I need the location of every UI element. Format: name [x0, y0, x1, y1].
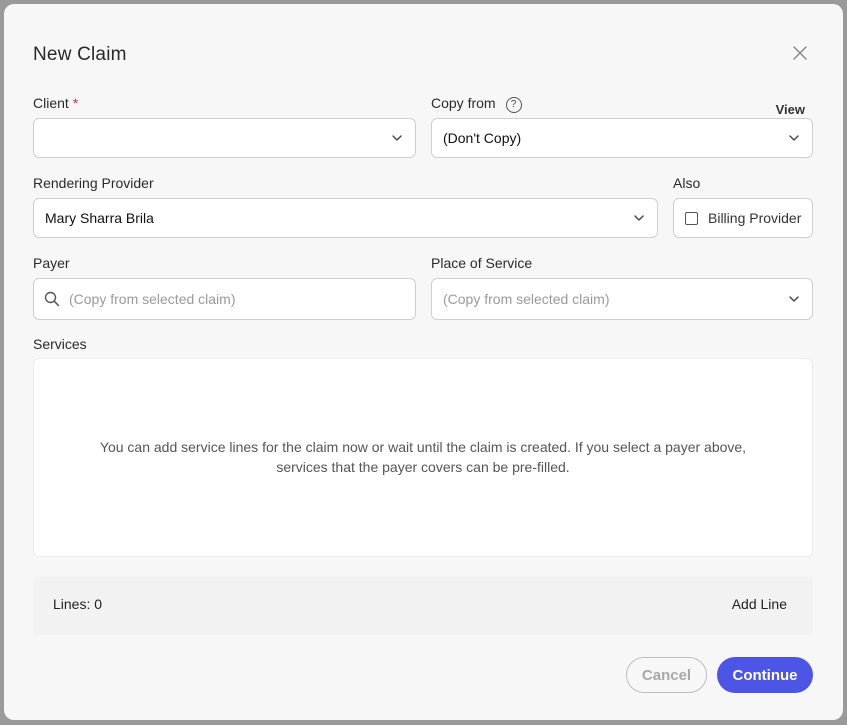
lines-bar: Lines: 0 Add Line [33, 577, 813, 635]
close-icon[interactable] [791, 44, 809, 62]
billing-provider-label: Billing Provider [708, 210, 802, 226]
place-of-service-select[interactable]: (Copy from selected claim) [431, 278, 813, 320]
place-of-service-placeholder: (Copy from selected claim) [443, 291, 610, 307]
copy-from-label-text: Copy from [431, 95, 496, 111]
required-marker: * [72, 95, 79, 111]
services-panel: You can add service lines for the claim … [33, 358, 813, 557]
billing-provider-toggle[interactable]: Billing Provider [673, 198, 813, 238]
place-of-service-label: Place of Service [431, 255, 533, 271]
chevron-down-icon [789, 135, 799, 141]
rendering-provider-select[interactable]: Mary Sharra Brila [33, 198, 658, 238]
copy-from-label: Copy from? [431, 95, 522, 113]
rendering-provider-value: Mary Sharra Brila [45, 210, 154, 226]
chevron-down-icon [789, 296, 799, 302]
dialog-title: New Claim [33, 44, 127, 65]
chevron-down-icon [634, 215, 644, 221]
cancel-button[interactable]: Cancel [626, 657, 707, 693]
payer-label: Payer [33, 255, 70, 271]
rendering-provider-label: Rendering Provider [33, 175, 154, 191]
help-circle-icon[interactable]: ? [505, 97, 522, 113]
chevron-down-icon [392, 135, 402, 141]
copy-from-select[interactable]: (Don't Copy) [431, 118, 813, 158]
payer-placeholder: (Copy from selected claim) [69, 291, 236, 307]
search-icon [44, 291, 60, 307]
billing-provider-checkbox[interactable] [685, 211, 698, 225]
new-claim-dialog: New Claim Client * Copy from? View (Don't… [4, 4, 843, 720]
copy-from-select-value: (Don't Copy) [443, 130, 522, 146]
add-line-button[interactable]: Add Line [732, 596, 787, 612]
services-label: Services [33, 336, 87, 352]
also-label: Also [673, 175, 701, 191]
view-link[interactable]: View [776, 102, 805, 117]
client-label: Client * [33, 95, 78, 111]
lines-count: Lines: 0 [53, 596, 103, 612]
services-empty-message: You can add service lines for the claim … [99, 439, 747, 475]
client-label-text: Client [33, 95, 69, 111]
client-select[interactable] [33, 118, 416, 158]
payer-search-input[interactable]: (Copy from selected claim) [33, 278, 416, 320]
continue-button[interactable]: Continue [717, 657, 813, 693]
